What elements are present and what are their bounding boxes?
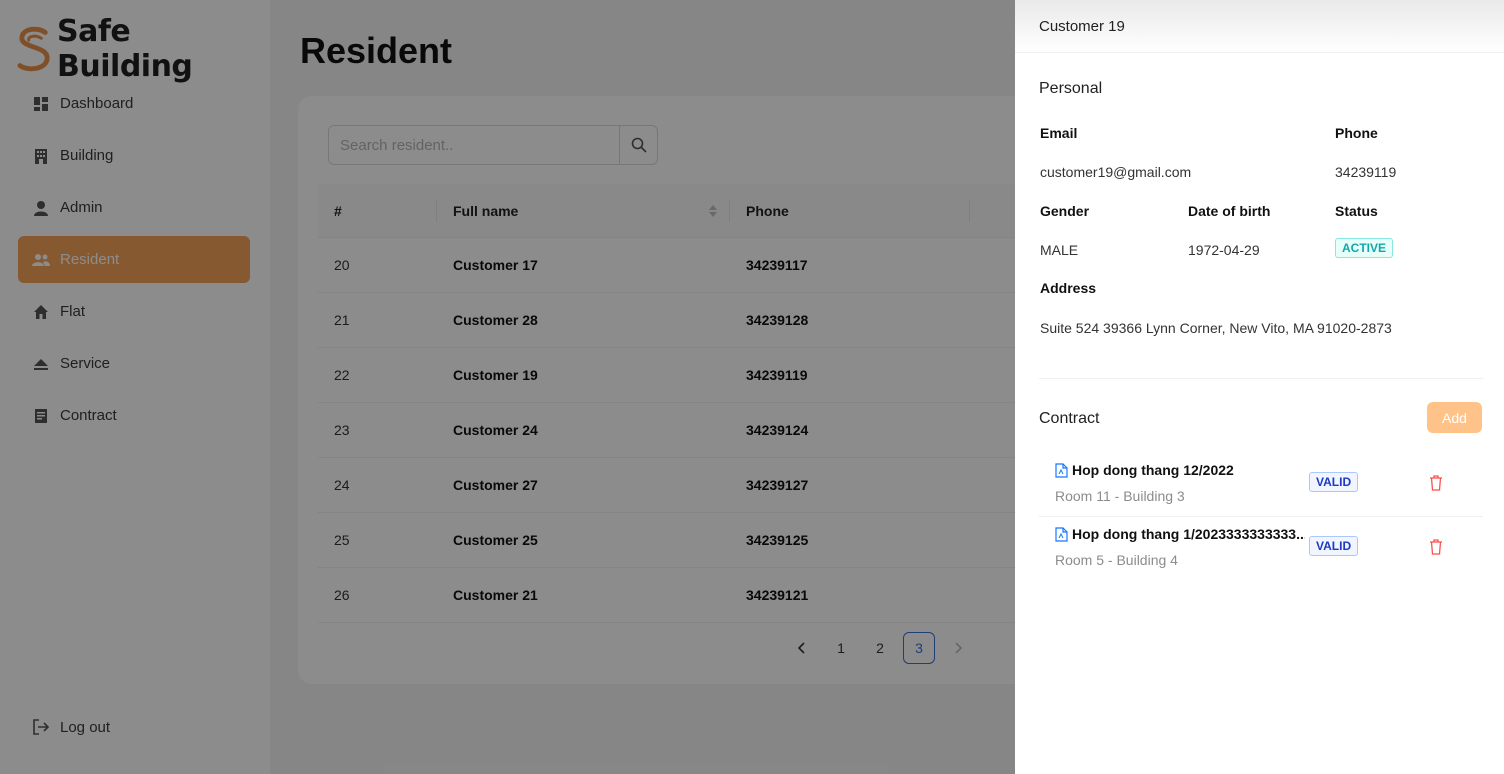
status-label: Status (1335, 203, 1378, 219)
contract-title-link[interactable]: Hop dong thang 1/2023333333333... (1055, 526, 1305, 542)
section-divider (1039, 378, 1483, 379)
gender-value: MALE (1040, 242, 1079, 258)
contract-room: Room 5 - Building 4 (1055, 552, 1178, 568)
contract-item: Hop dong thang 1/2023333333333... Room 5… (1039, 518, 1483, 581)
email-value: customer19@gmail.com (1040, 164, 1192, 180)
status-badge: ACTIVE (1335, 238, 1394, 258)
contract-status-badge: VALID (1309, 472, 1359, 492)
delete-icon[interactable] (1429, 475, 1443, 491)
drawer-title: Customer 19 (1015, 0, 1504, 53)
dob-label: Date of birth (1188, 203, 1271, 219)
personal-section-title: Personal (1039, 80, 1103, 97)
contract-title-link[interactable]: Hop dong thang 12/2022 (1055, 462, 1305, 478)
contract-section-title: Contract (1039, 410, 1100, 427)
contract-item: Hop dong thang 12/2022 Room 11 - Buildin… (1039, 454, 1483, 517)
file-pdf-icon (1055, 526, 1068, 542)
phone-label: Phone (1335, 125, 1378, 141)
contract-title: Hop dong thang 12/2022 (1072, 462, 1234, 478)
contract-room: Room 11 - Building 3 (1055, 488, 1185, 504)
address-label: Address (1040, 280, 1097, 296)
add-contract-button[interactable]: Add (1427, 402, 1482, 433)
contract-title: Hop dong thang 1/2023333333333... (1072, 526, 1305, 542)
gender-label: Gender (1040, 203, 1090, 219)
email-label: Email (1040, 125, 1078, 141)
dob-value: 1972-04-29 (1188, 242, 1260, 258)
address-value: Suite 524 39366 Lynn Corner, New Vito, M… (1040, 320, 1392, 336)
contract-status-badge: VALID (1309, 536, 1359, 556)
file-pdf-icon (1055, 462, 1068, 478)
resident-detail-drawer: Customer 19 Personal Email Phone custome… (1015, 0, 1504, 774)
delete-icon[interactable] (1429, 539, 1443, 555)
phone-value: 34239119 (1335, 164, 1397, 180)
